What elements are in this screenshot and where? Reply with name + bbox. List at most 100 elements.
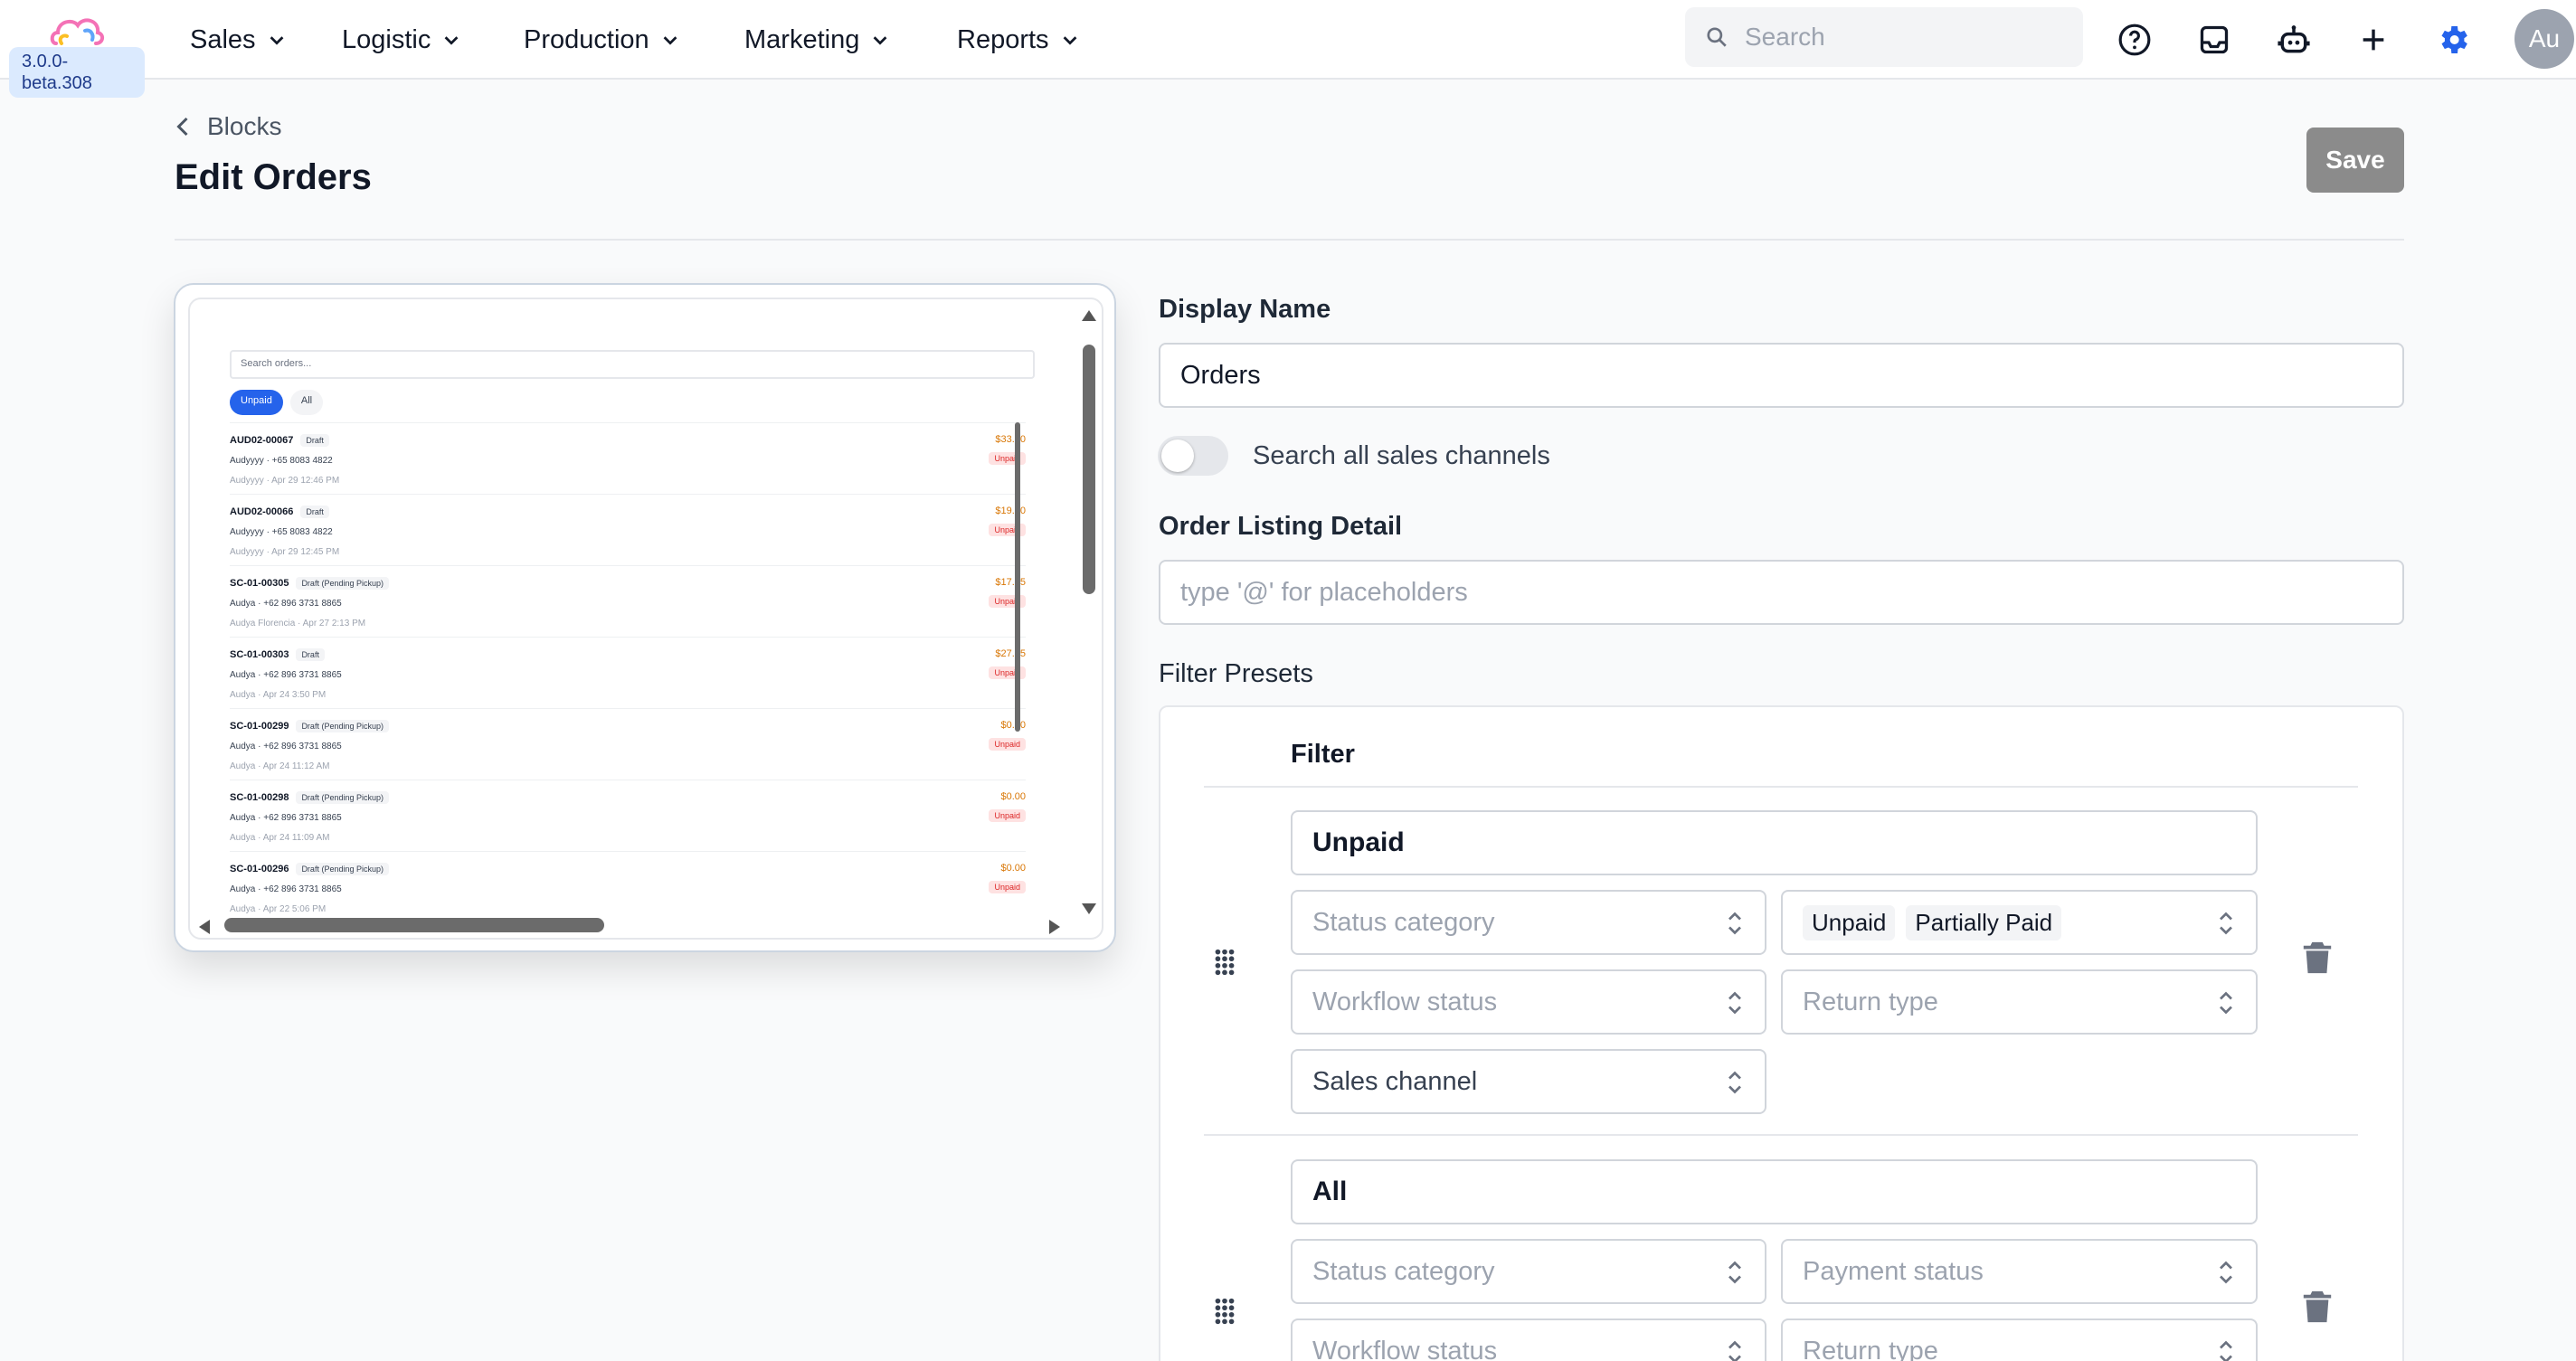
top-navigation-bar: 3.0.0-beta.308 Sales Logistic Production… [0,0,2576,98]
order-customer: Audyyyy · +65 8083 4822 [230,456,333,466]
nav-label: Sales [190,24,256,54]
workflow-status-select[interactable]: Workflow status [1291,1318,1766,1361]
preview-order-list: AUD02-00067 Draft Audyyyy · +65 8083 4822 A… [230,422,1026,922]
preview-horizontal-scrollbar[interactable] [224,918,604,932]
preset-name-input[interactable]: All [1291,1159,2258,1224]
search-icon [1707,27,1727,47]
save-button[interactable]: Save [2306,128,2404,193]
preset-name-input[interactable]: Unpaid [1291,810,2258,875]
select-placeholder: Sales channel [1312,1066,1478,1096]
preview-list-scrollbar [1015,422,1020,732]
order-time: Audya · Apr 24 3:50 PM [230,690,327,700]
preview-order-row: AUD02-00067 Draft Audyyyy · +65 8083 4822 A… [230,422,1026,494]
sales-channel-select[interactable]: Sales channel [1291,1049,1766,1114]
block-preview-frame: Search orders... Unpaid All AUD02-00067 D… [174,283,1116,952]
order-amount: $0.00 [1000,720,1026,731]
preview-order-row: SC-01-00296 Draft (Pending Pickup) Audya ·… [230,851,1026,922]
assistant-button[interactable] [2274,20,2314,60]
block-preview-screen: Search orders... Unpaid All AUD02-00067 D… [188,298,1103,940]
scroll-down-arrow-icon[interactable] [1082,903,1096,914]
chevron-down-icon [270,36,283,45]
preview-vertical-scrollbar[interactable] [1080,307,1098,922]
select-caret-icon [1728,1261,1741,1284]
order-id: SC-01-00299 Draft (Pending Pickup) [230,720,389,732]
select-caret-icon [2220,912,2232,935]
drag-handle-icon[interactable] [1212,1296,1237,1327]
order-customer: Audya · +62 896 3731 8865 [230,884,342,894]
preview-chip-unpaid: Unpaid [230,390,283,415]
nav-production[interactable]: Production [524,20,680,60]
order-status-tag: Draft [300,434,329,447]
nav-label: Marketing [744,24,860,54]
scroll-right-arrow-icon[interactable] [1049,920,1060,934]
preview-filter-chips: Unpaid All [230,390,324,415]
order-listing-detail-input[interactable]: type '@' for placeholders [1159,560,2404,625]
payment-status-pill: Unpaid [1803,904,1896,940]
order-amount: $17.75 [995,577,1026,588]
preview-chip-all: All [289,390,324,415]
order-status-tag: Draft (Pending Pickup) [296,577,389,590]
toggle-knob [1161,439,1194,472]
select-caret-icon [1728,991,1741,1015]
preview-order-row: SC-01-00305 Draft (Pending Pickup) Audya ·… [230,565,1026,637]
drag-handle-icon[interactable] [1212,947,1237,978]
app-logo[interactable]: 3.0.0-beta.308 [9,9,145,98]
nav-marketing[interactable]: Marketing [744,20,890,60]
breadcrumb-label: Blocks [207,112,282,140]
order-status-tag: Draft (Pending Pickup) [296,791,389,804]
settings-button[interactable] [2433,20,2473,60]
help-circle-icon [2118,24,2151,56]
global-search-input[interactable]: Search [1685,7,2083,67]
order-id: AUD02-00067 Draft [230,434,329,447]
version-badge: 3.0.0-beta.308 [9,47,145,98]
preview-order-row: SC-01-00298 Draft (Pending Pickup) Audya ·… [230,780,1026,851]
inbox-icon [2200,25,2229,54]
scroll-thumb[interactable] [1083,345,1095,594]
order-number: AUD02-00066 [230,506,294,517]
select-caret-icon [2220,1261,2232,1284]
order-time: Audyyyy · Apr 29 12:46 PM [230,476,340,486]
select-caret-icon [1728,912,1741,935]
search-all-channels-toggle[interactable] [1158,436,1228,476]
search-all-channels-label: Search all sales channels [1253,441,1550,470]
order-customer: Audya · +62 896 3731 8865 [230,813,342,823]
nav-sales[interactable]: Sales [190,20,287,60]
chevron-left-icon [176,117,188,137]
order-payment-badge: Unpaid [989,881,1026,893]
scroll-up-arrow-icon[interactable] [1082,310,1096,321]
order-time: Audyyyy · Apr 29 12:45 PM [230,547,340,557]
payment-status-select[interactable]: Payment status [1781,1239,2258,1304]
payment-status-select[interactable]: Unpaid Partially Paid [1781,890,2258,955]
return-type-select[interactable]: Return type [1781,969,2258,1035]
breadcrumb-back-link[interactable]: Blocks [175,112,281,141]
avatar-initials: Au [2528,24,2561,52]
inbox-button[interactable] [2194,20,2234,60]
nav-reports[interactable]: Reports [957,20,1080,60]
order-number: SC-01-00303 [230,649,289,660]
nav-logistic[interactable]: Logistic [342,20,461,60]
user-avatar[interactable]: Au [2514,9,2574,69]
status-category-select[interactable]: Status category [1291,1239,1766,1304]
header-divider [1204,786,2358,788]
display-name-label: Display Name [1159,295,1331,324]
order-status-tag: Draft [296,648,325,661]
order-payment-badge: Unpaid [989,738,1026,751]
page-title: Edit Orders [175,157,372,197]
order-id: SC-01-00298 Draft (Pending Pickup) [230,791,389,804]
create-button[interactable] [2353,20,2393,60]
preset-divider [1204,1134,2358,1136]
help-button[interactable] [2115,20,2155,60]
order-amount: $0.00 [1000,791,1026,802]
return-type-select[interactable]: Return type [1781,1318,2258,1361]
status-category-select[interactable]: Status category [1291,890,1766,955]
chevron-down-icon [873,36,887,45]
delete-preset-trash-icon[interactable] [2303,1290,2332,1324]
scroll-left-arrow-icon[interactable] [199,920,210,934]
display-name-input[interactable]: Orders [1159,343,2404,408]
workflow-status-select[interactable]: Workflow status [1291,969,1766,1035]
preview-order-row: SC-01-00299 Draft (Pending Pickup) Audya ·… [230,708,1026,780]
delete-preset-trash-icon[interactable] [2303,940,2332,975]
order-time: Audya · Apr 24 11:09 AM [230,833,330,843]
nav-label: Production [524,24,649,54]
order-status-tag: Draft [300,506,329,518]
